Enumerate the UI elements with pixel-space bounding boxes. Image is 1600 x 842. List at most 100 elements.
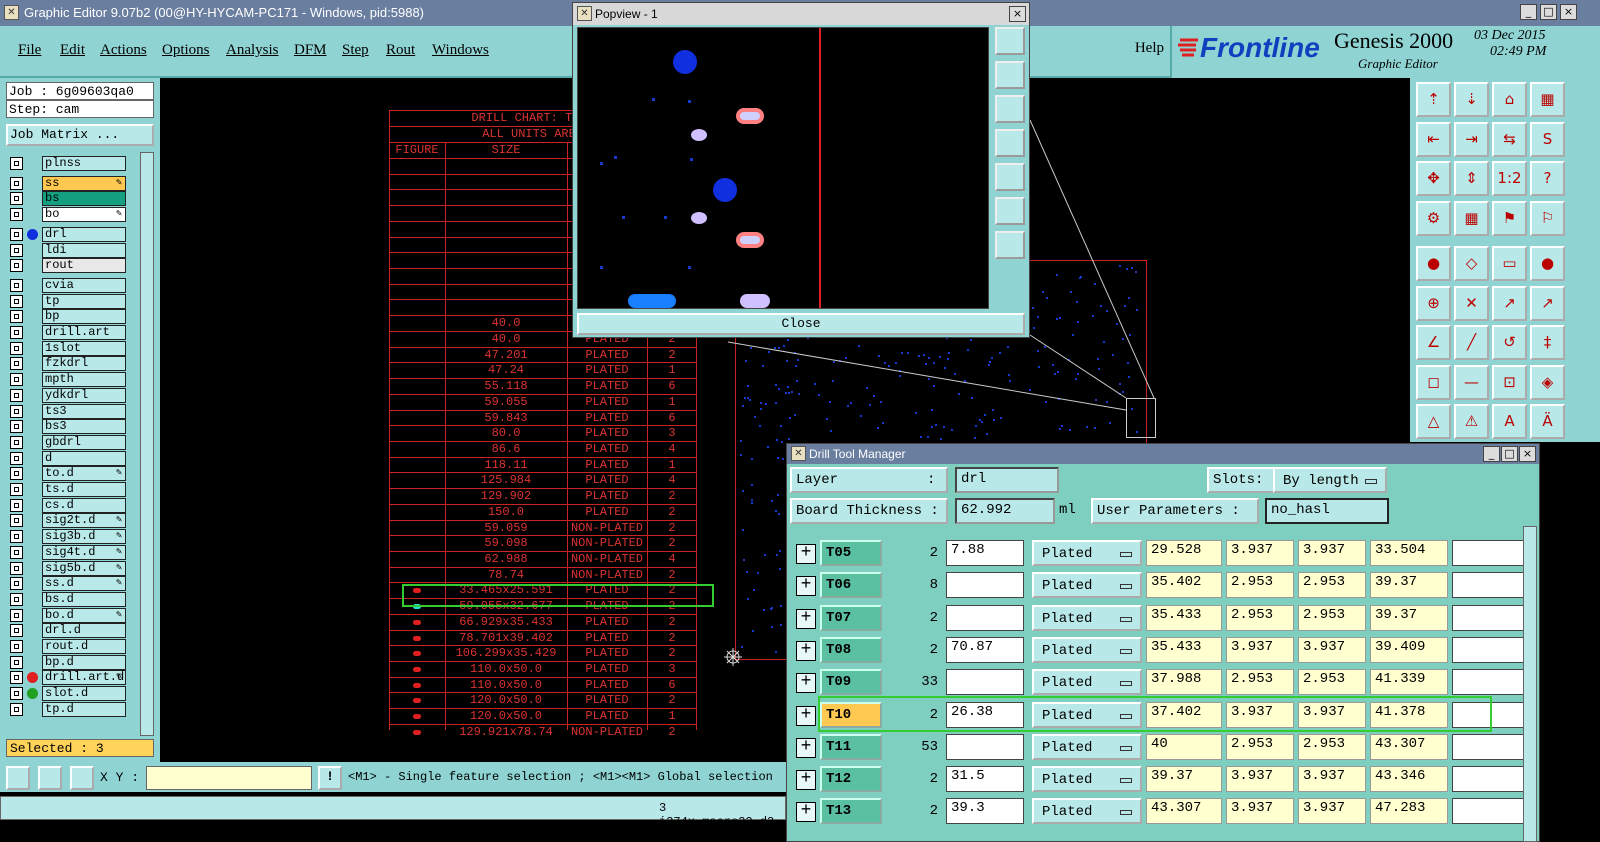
layer-row[interactable]: ss ✎ [10, 175, 126, 191]
job-matrix-button[interactable]: Job Matrix ... [6, 124, 154, 146]
dtm-close-button[interactable]: × [1519, 446, 1536, 462]
text-icon[interactable]: A [1492, 404, 1527, 439]
layer-name[interactable]: bs3 [42, 419, 126, 435]
menu-actions[interactable]: Actions [100, 42, 147, 59]
expand-icon[interactable]: + [796, 640, 816, 661]
layer-checkbox[interactable] [10, 310, 23, 324]
layer-row[interactable]: sig4t.d ✎ [10, 544, 126, 560]
extra-param-input[interactable] [1452, 636, 1524, 663]
plating-type-dropdown[interactable]: Plated [1032, 604, 1142, 631]
layer-row[interactable]: ydkdrl [10, 387, 126, 403]
layer-name[interactable]: sig4t.d [42, 544, 126, 560]
undo-icon[interactable]: ↺ [1492, 325, 1527, 360]
layer-checkbox[interactable] [10, 326, 23, 339]
layer-name[interactable]: mpth [42, 372, 126, 388]
maximize-button[interactable]: □ [1540, 4, 1557, 20]
layer-name[interactable]: 1slot [42, 340, 126, 356]
connect-icon[interactable]: ⊕ [1416, 285, 1451, 321]
box-icon[interactable]: ◻ [1416, 364, 1451, 400]
layer-checkbox[interactable] [10, 545, 23, 559]
popview-pan-up-icon[interactable] [995, 61, 1025, 89]
layer-checkbox[interactable] [10, 483, 23, 496]
layer-row[interactable]: bo.d ✎ [10, 607, 126, 623]
popview-close-x[interactable]: × [1009, 6, 1026, 22]
expand-icon[interactable]: + [796, 673, 816, 694]
finish-size-input[interactable] [946, 572, 1024, 599]
layer-checkbox[interactable] [10, 592, 23, 606]
layer-name[interactable]: sig3b.d [42, 529, 126, 545]
layer-row[interactable]: bp [10, 309, 126, 325]
layer-name[interactable]: drl.d [42, 623, 126, 639]
move-left-icon[interactable]: ⇤ [1416, 121, 1451, 157]
zoom-area-icon[interactable] [6, 766, 30, 790]
layer-row[interactable]: ss.d ✎ [10, 576, 126, 592]
layer-row[interactable]: sig2t.d ✎ [10, 513, 126, 529]
layer-name[interactable]: ydkdrl [42, 387, 126, 403]
layer-name[interactable]: bs.d [42, 591, 126, 607]
scale-icon[interactable]: 1:2 [1492, 161, 1527, 196]
layer-checkbox[interactable] [10, 373, 23, 387]
popview-pan-down-icon[interactable] [995, 95, 1025, 123]
popview-zoom-fit-icon[interactable] [995, 27, 1025, 55]
layer-checkbox[interactable] [10, 341, 23, 355]
plating-type-dropdown[interactable]: Plated [1032, 636, 1142, 663]
layer-row[interactable]: plnss [10, 156, 126, 171]
layer-name[interactable]: slot.d [42, 686, 126, 702]
grid-icon[interactable]: ▦ [1454, 200, 1489, 236]
plating-type-dropdown[interactable]: Plated [1032, 798, 1142, 825]
layer-row[interactable]: rout [10, 258, 126, 274]
layer-checkbox[interactable] [10, 467, 23, 481]
layer-checkbox[interactable] [10, 655, 23, 669]
finish-size-input[interactable]: 26.38 [946, 701, 1024, 728]
extra-param-input[interactable] [1452, 733, 1524, 760]
tool-row[interactable]: + T05 2 7.88 Plated 29.528 3.937 3.937 33.504 [792, 538, 1525, 568]
layer-name[interactable]: plnss [42, 156, 126, 171]
measure-icon[interactable] [38, 766, 62, 790]
finish-size-input[interactable]: 7.88 [946, 540, 1024, 566]
triangle-warning-icon[interactable]: ⚠ [1454, 404, 1489, 439]
group-icon[interactable]: ◈ [1530, 364, 1565, 400]
layer-checkbox[interactable] [10, 243, 23, 257]
layer-checkbox[interactable] [10, 388, 23, 402]
polygon-icon[interactable]: ◇ [1454, 246, 1489, 281]
layer-row[interactable]: ts.d [10, 482, 126, 497]
layer-row[interactable]: bp.d [10, 654, 126, 670]
page-up-icon[interactable]: ⇡ [1416, 82, 1451, 117]
settings-icon[interactable]: ⚙ [1416, 200, 1451, 236]
popview-pan-left-icon[interactable] [995, 129, 1025, 157]
grid-icon[interactable] [70, 766, 94, 790]
expand-icon[interactable]: + [796, 705, 816, 726]
layer-name[interactable]: fzkdrl [42, 356, 126, 372]
layer-name[interactable]: cs.d [42, 497, 126, 513]
layer-checkbox[interactable] [10, 640, 23, 653]
triangle-icon[interactable]: △ [1416, 404, 1451, 439]
plating-type-dropdown[interactable]: Plated [1032, 766, 1142, 793]
extra-param-input[interactable] [1452, 798, 1524, 825]
help-icon[interactable]: ? [1530, 161, 1565, 196]
layer-name[interactable]: bs [42, 191, 126, 207]
layer-checkbox[interactable] [10, 278, 23, 292]
layer-row[interactable]: sig5b.d ✎ [10, 560, 126, 576]
minimize-button[interactable]: _ [1520, 4, 1537, 20]
layer-row[interactable]: slot.d [10, 686, 126, 702]
layer-checkbox[interactable] [10, 404, 23, 418]
layer-checkbox[interactable] [10, 451, 23, 465]
plating-type-dropdown[interactable]: Plated [1032, 572, 1142, 599]
layer-checkbox[interactable] [10, 577, 23, 591]
layer-name[interactable]: ss [42, 175, 126, 191]
layer-checkbox[interactable] [10, 227, 23, 241]
popview-zoom-in-icon[interactable] [995, 197, 1025, 225]
tool-row[interactable]: + T08 2 70.87 Plated 35.433 3.937 3.937 39.409 [792, 635, 1525, 665]
pan-icon[interactable]: ✥ [1416, 161, 1451, 196]
layer-row[interactable]: tp.d [10, 701, 126, 717]
layer-checkbox[interactable] [10, 176, 23, 190]
text-style-icon[interactable]: Ä [1530, 404, 1565, 439]
delete-icon[interactable]: ✕ [1454, 285, 1489, 321]
layer-checkbox[interactable] [10, 259, 23, 273]
menu-options[interactable]: Options [162, 42, 210, 59]
layer-name[interactable]: ts3 [42, 403, 126, 419]
layer-row[interactable]: drl.d [10, 623, 126, 639]
menu-file[interactable]: File [18, 42, 41, 59]
layer-name[interactable]: rout.d [42, 639, 126, 654]
layer-name[interactable]: d [42, 450, 126, 466]
